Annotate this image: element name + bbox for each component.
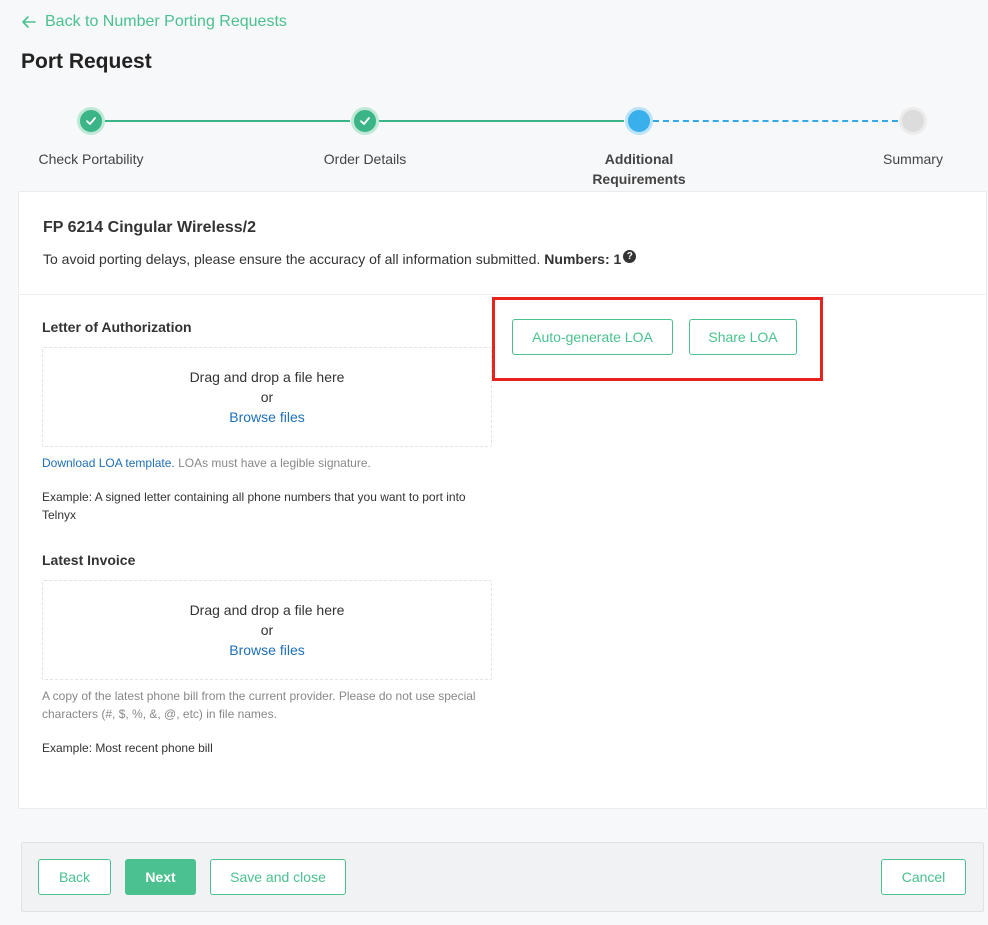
loa-section-title: Letter of Authorization [42, 319, 192, 335]
step-label-summary: Summary [883, 151, 943, 167]
loa-browse-files-link[interactable]: Browse files [43, 407, 491, 427]
numbers-count: Numbers: 1 [544, 251, 622, 267]
step-label-check-portability: Check Portability [38, 151, 144, 167]
step-2-node [351, 107, 379, 135]
highlight-box [492, 297, 823, 381]
checkmark-icon [360, 117, 370, 125]
arrow-left-icon [22, 16, 36, 28]
step-connector-1 [105, 120, 350, 122]
save-and-close-button[interactable]: Save and close [210, 859, 346, 895]
accuracy-notice: To avoid porting delays, please ensure t… [43, 251, 541, 267]
page-title: Port Request [21, 50, 152, 73]
loa-example: Example: A signed letter containing all … [42, 490, 466, 522]
invoice-section-title: Latest Invoice [42, 552, 136, 568]
step-connector-3 [653, 120, 898, 122]
footer-action-bar: Back Next Save and close Cancel [21, 842, 984, 912]
card-subtitle: To avoid porting delays, please ensure t… [43, 249, 637, 267]
invoice-drop-text: Drag and drop a file here [189, 602, 345, 618]
back-button[interactable]: Back [38, 859, 111, 895]
invoice-dropzone[interactable]: Drag and drop a file here or Browse file… [42, 580, 492, 680]
card-header: FP 6214 Cingular Wireless/2 To avoid por… [19, 192, 986, 295]
back-to-requests-link[interactable]: Back to Number Porting Requests [21, 13, 287, 31]
loa-note: Download LOA template. LOAs must have a … [42, 454, 502, 472]
loa-drop-text: Drag and drop a file here [189, 369, 345, 385]
invoice-browse-files-link[interactable]: Browse files [43, 640, 491, 660]
loa-or-text: or [260, 389, 274, 405]
invoice-or-text: or [260, 622, 274, 638]
invoice-note: A copy of the latest phone bill from the… [42, 689, 476, 721]
step-1-node [77, 107, 105, 135]
invoice-example: Example: Most recent phone bill [42, 741, 213, 755]
download-loa-template-link[interactable]: Download LOA template. [42, 456, 175, 470]
step-label-order-details: Order Details [323, 151, 407, 167]
loa-dropzone[interactable]: Drag and drop a file here or Browse file… [42, 347, 492, 447]
loa-signature-note: LOAs must have a legible signature. [174, 456, 371, 470]
checkmark-icon [86, 117, 96, 125]
cancel-button[interactable]: Cancel [881, 859, 966, 895]
progress-stepper: Check Portability Order Details Addition… [0, 100, 988, 190]
step-4-node [899, 107, 927, 135]
step-label-additional-requirements: Additional Requirements [592, 151, 686, 187]
question-circle-icon[interactable]: ? [623, 249, 637, 263]
requirements-card: FP 6214 Cingular Wireless/2 To avoid por… [18, 191, 987, 809]
back-link-label: Back to Number Porting Requests [45, 13, 287, 30]
step-3-node [625, 107, 653, 135]
step-connector-2 [379, 120, 624, 122]
next-button[interactable]: Next [125, 859, 196, 895]
port-order-title: FP 6214 Cingular Wireless/2 [43, 219, 256, 236]
